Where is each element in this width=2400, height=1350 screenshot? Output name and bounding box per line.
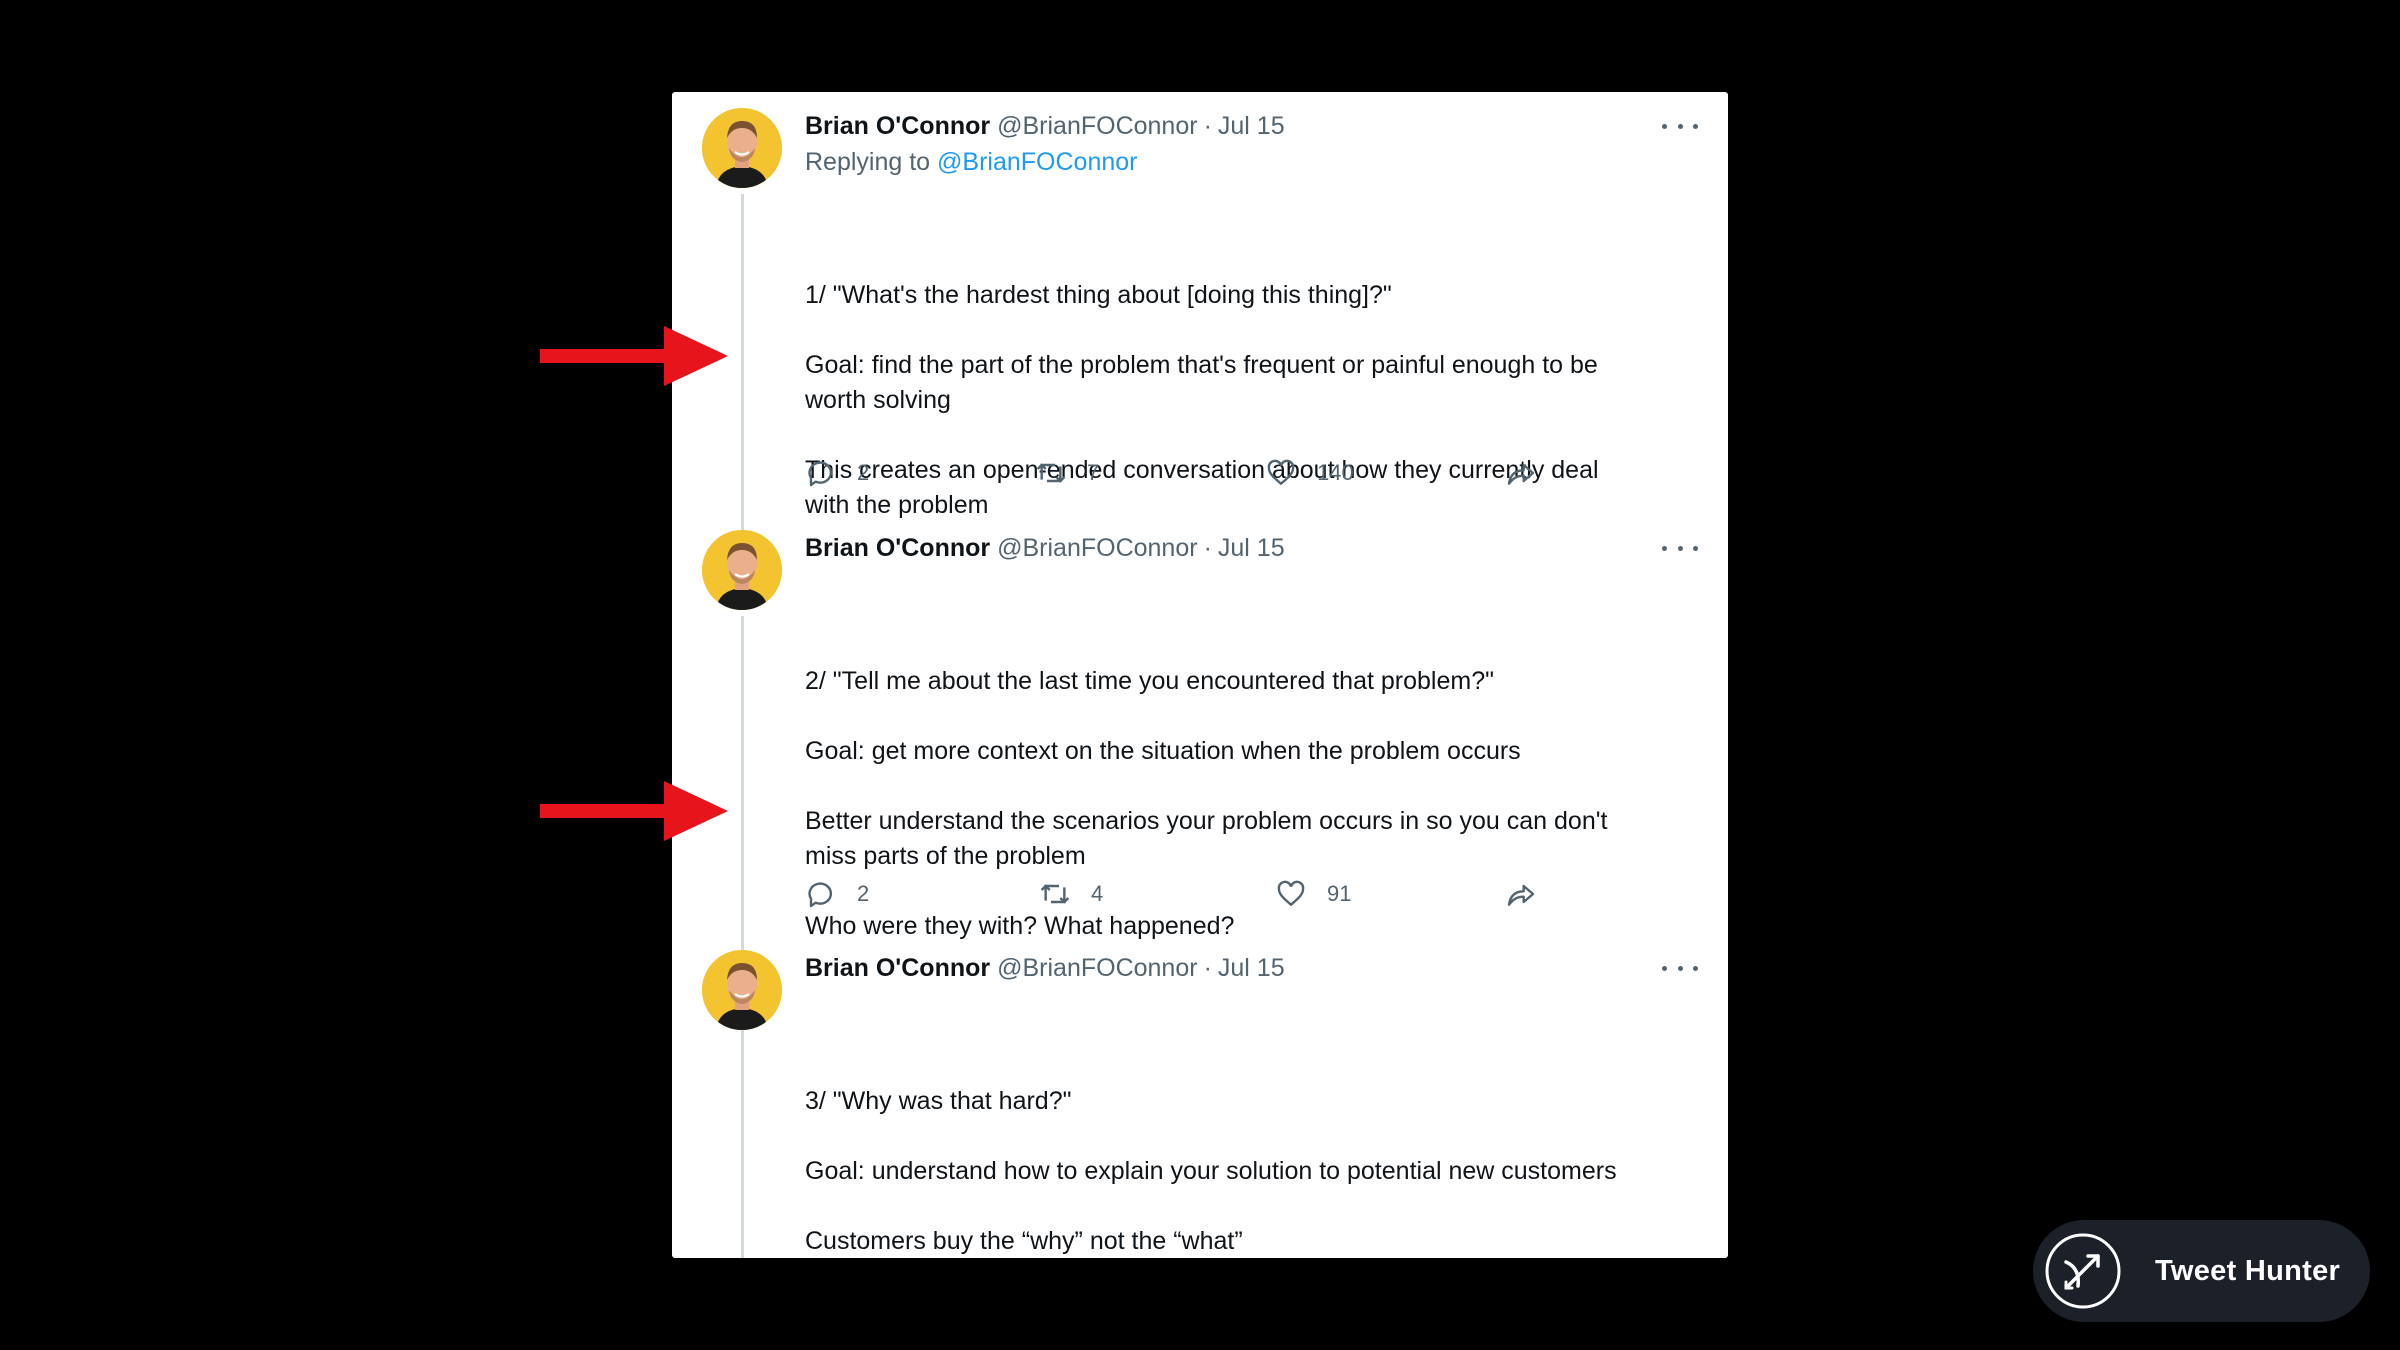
share-icon	[1507, 884, 1535, 906]
tweet-date[interactable]: Jul 15	[1218, 534, 1285, 563]
reply-count: 2	[857, 881, 870, 906]
author-handle[interactable]: @BrianFOConnor	[997, 112, 1197, 141]
author-name[interactable]: Brian O'Connor	[805, 534, 990, 563]
tweet-hunter-label: Tweet Hunter	[2155, 1254, 2341, 1287]
author-name[interactable]: Brian O'Connor	[805, 954, 990, 983]
tweet-line	[805, 699, 1685, 734]
tweet-line: Customers buy the “why” not the “what”	[805, 1227, 1243, 1255]
separator-dot: ·	[1203, 953, 1212, 982]
retweet-button[interactable]: 7	[1035, 453, 1099, 493]
avatar-image	[702, 530, 782, 610]
tweet-line: Goal: get more context on the situation …	[805, 737, 1521, 765]
separator-dot: ·	[1203, 533, 1212, 562]
like-count: 140	[1317, 460, 1354, 485]
tweet-header: Brian O'Connor @BrianFOConnor · Jul 15	[805, 950, 1285, 986]
tweet-line: Goal: understand how to explain your sol…	[805, 1157, 1617, 1185]
tweet-line	[805, 1189, 1685, 1224]
tweet-text: 3/ "Why was that hard?" Goal: understand…	[805, 1084, 1685, 1258]
tweet-line: worth solving	[805, 386, 951, 414]
tweet-line: 3/ "Why was that hard?"	[805, 1087, 1072, 1115]
tweet-1[interactable]: Brian O'Connor @BrianFOConnor · Jul 15 R…	[672, 92, 1728, 519]
tweet-thread-card: Brian O'Connor @BrianFOConnor · Jul 15 R…	[672, 92, 1728, 1258]
tweet-hunter-badge[interactable]: Tweet Hunter	[2033, 1220, 2370, 1322]
separator-dot: ·	[1203, 111, 1212, 140]
tweet-actions: 2 7 140	[805, 453, 1585, 493]
avatar[interactable]	[702, 108, 782, 188]
tweet-line: 2/ "Tell me about the last time you enco…	[805, 667, 1494, 695]
more-icon[interactable]	[1662, 958, 1698, 978]
red-arrow-icon	[540, 781, 728, 841]
retweet-button[interactable]: 4	[1039, 874, 1103, 914]
tweet-line: Goal: find the part of the problem that'…	[805, 351, 1598, 379]
retweet-count: 7	[1087, 460, 1100, 485]
tweet-line: 1/ "What's the hardest thing about [doin…	[805, 281, 1392, 309]
tweet-2[interactable]: Brian O'Connor @BrianFOConnor · Jul 15 2…	[672, 514, 1728, 940]
avatar[interactable]	[702, 530, 782, 610]
tweet-line	[805, 1119, 1685, 1154]
share-button[interactable]	[1505, 453, 1537, 493]
like-button[interactable]: 140	[1265, 453, 1354, 493]
tweet-header: Brian O'Connor @BrianFOConnor · Jul 15	[805, 108, 1285, 144]
replying-to: Replying to @BrianFOConnor	[805, 148, 1137, 177]
heart-icon	[1277, 880, 1305, 907]
tweet-line: Better understand the scenarios your pro…	[805, 807, 1608, 835]
retweet-icon	[1036, 463, 1066, 483]
tweet-line	[805, 418, 1685, 453]
red-arrow-icon	[540, 326, 728, 386]
reply-count: 2	[857, 460, 870, 485]
tweet-actions: 2 4 91	[805, 874, 1585, 914]
tweet-line	[805, 769, 1685, 804]
heart-icon	[1267, 459, 1295, 486]
reply-icon	[808, 461, 833, 487]
author-handle[interactable]: @BrianFOConnor	[997, 954, 1197, 983]
tweet-date[interactable]: Jul 15	[1218, 112, 1285, 141]
replying-to-prefix: Replying to	[805, 148, 931, 176]
retweet-count: 4	[1091, 881, 1104, 906]
tweet-date[interactable]: Jul 15	[1218, 954, 1285, 983]
avatar-image	[702, 950, 782, 1030]
tweet-header: Brian O'Connor @BrianFOConnor · Jul 15	[805, 530, 1285, 566]
more-icon[interactable]	[1662, 116, 1698, 136]
more-icon[interactable]	[1662, 538, 1698, 558]
tweet-line: miss parts of the problem	[805, 842, 1086, 870]
like-count: 91	[1327, 881, 1352, 906]
author-handle[interactable]: @BrianFOConnor	[997, 534, 1197, 563]
tweet-hunter-logo-icon	[2044, 1232, 2122, 1310]
reply-button[interactable]: 2	[805, 874, 869, 914]
tweet-3[interactable]: Brian O'Connor @BrianFOConnor · Jul 15 3…	[672, 934, 1728, 1258]
share-button[interactable]	[1505, 874, 1537, 914]
share-icon	[1507, 463, 1535, 485]
tweet-line	[805, 313, 1685, 348]
reply-icon	[808, 882, 833, 908]
avatar-image	[702, 108, 782, 188]
author-name[interactable]: Brian O'Connor	[805, 112, 990, 141]
retweet-icon	[1040, 884, 1070, 904]
like-button[interactable]: 91	[1275, 874, 1351, 914]
replying-to-mention[interactable]: @BrianFOConnor	[937, 148, 1137, 176]
reply-button[interactable]: 2	[805, 453, 869, 493]
avatar[interactable]	[702, 950, 782, 1030]
